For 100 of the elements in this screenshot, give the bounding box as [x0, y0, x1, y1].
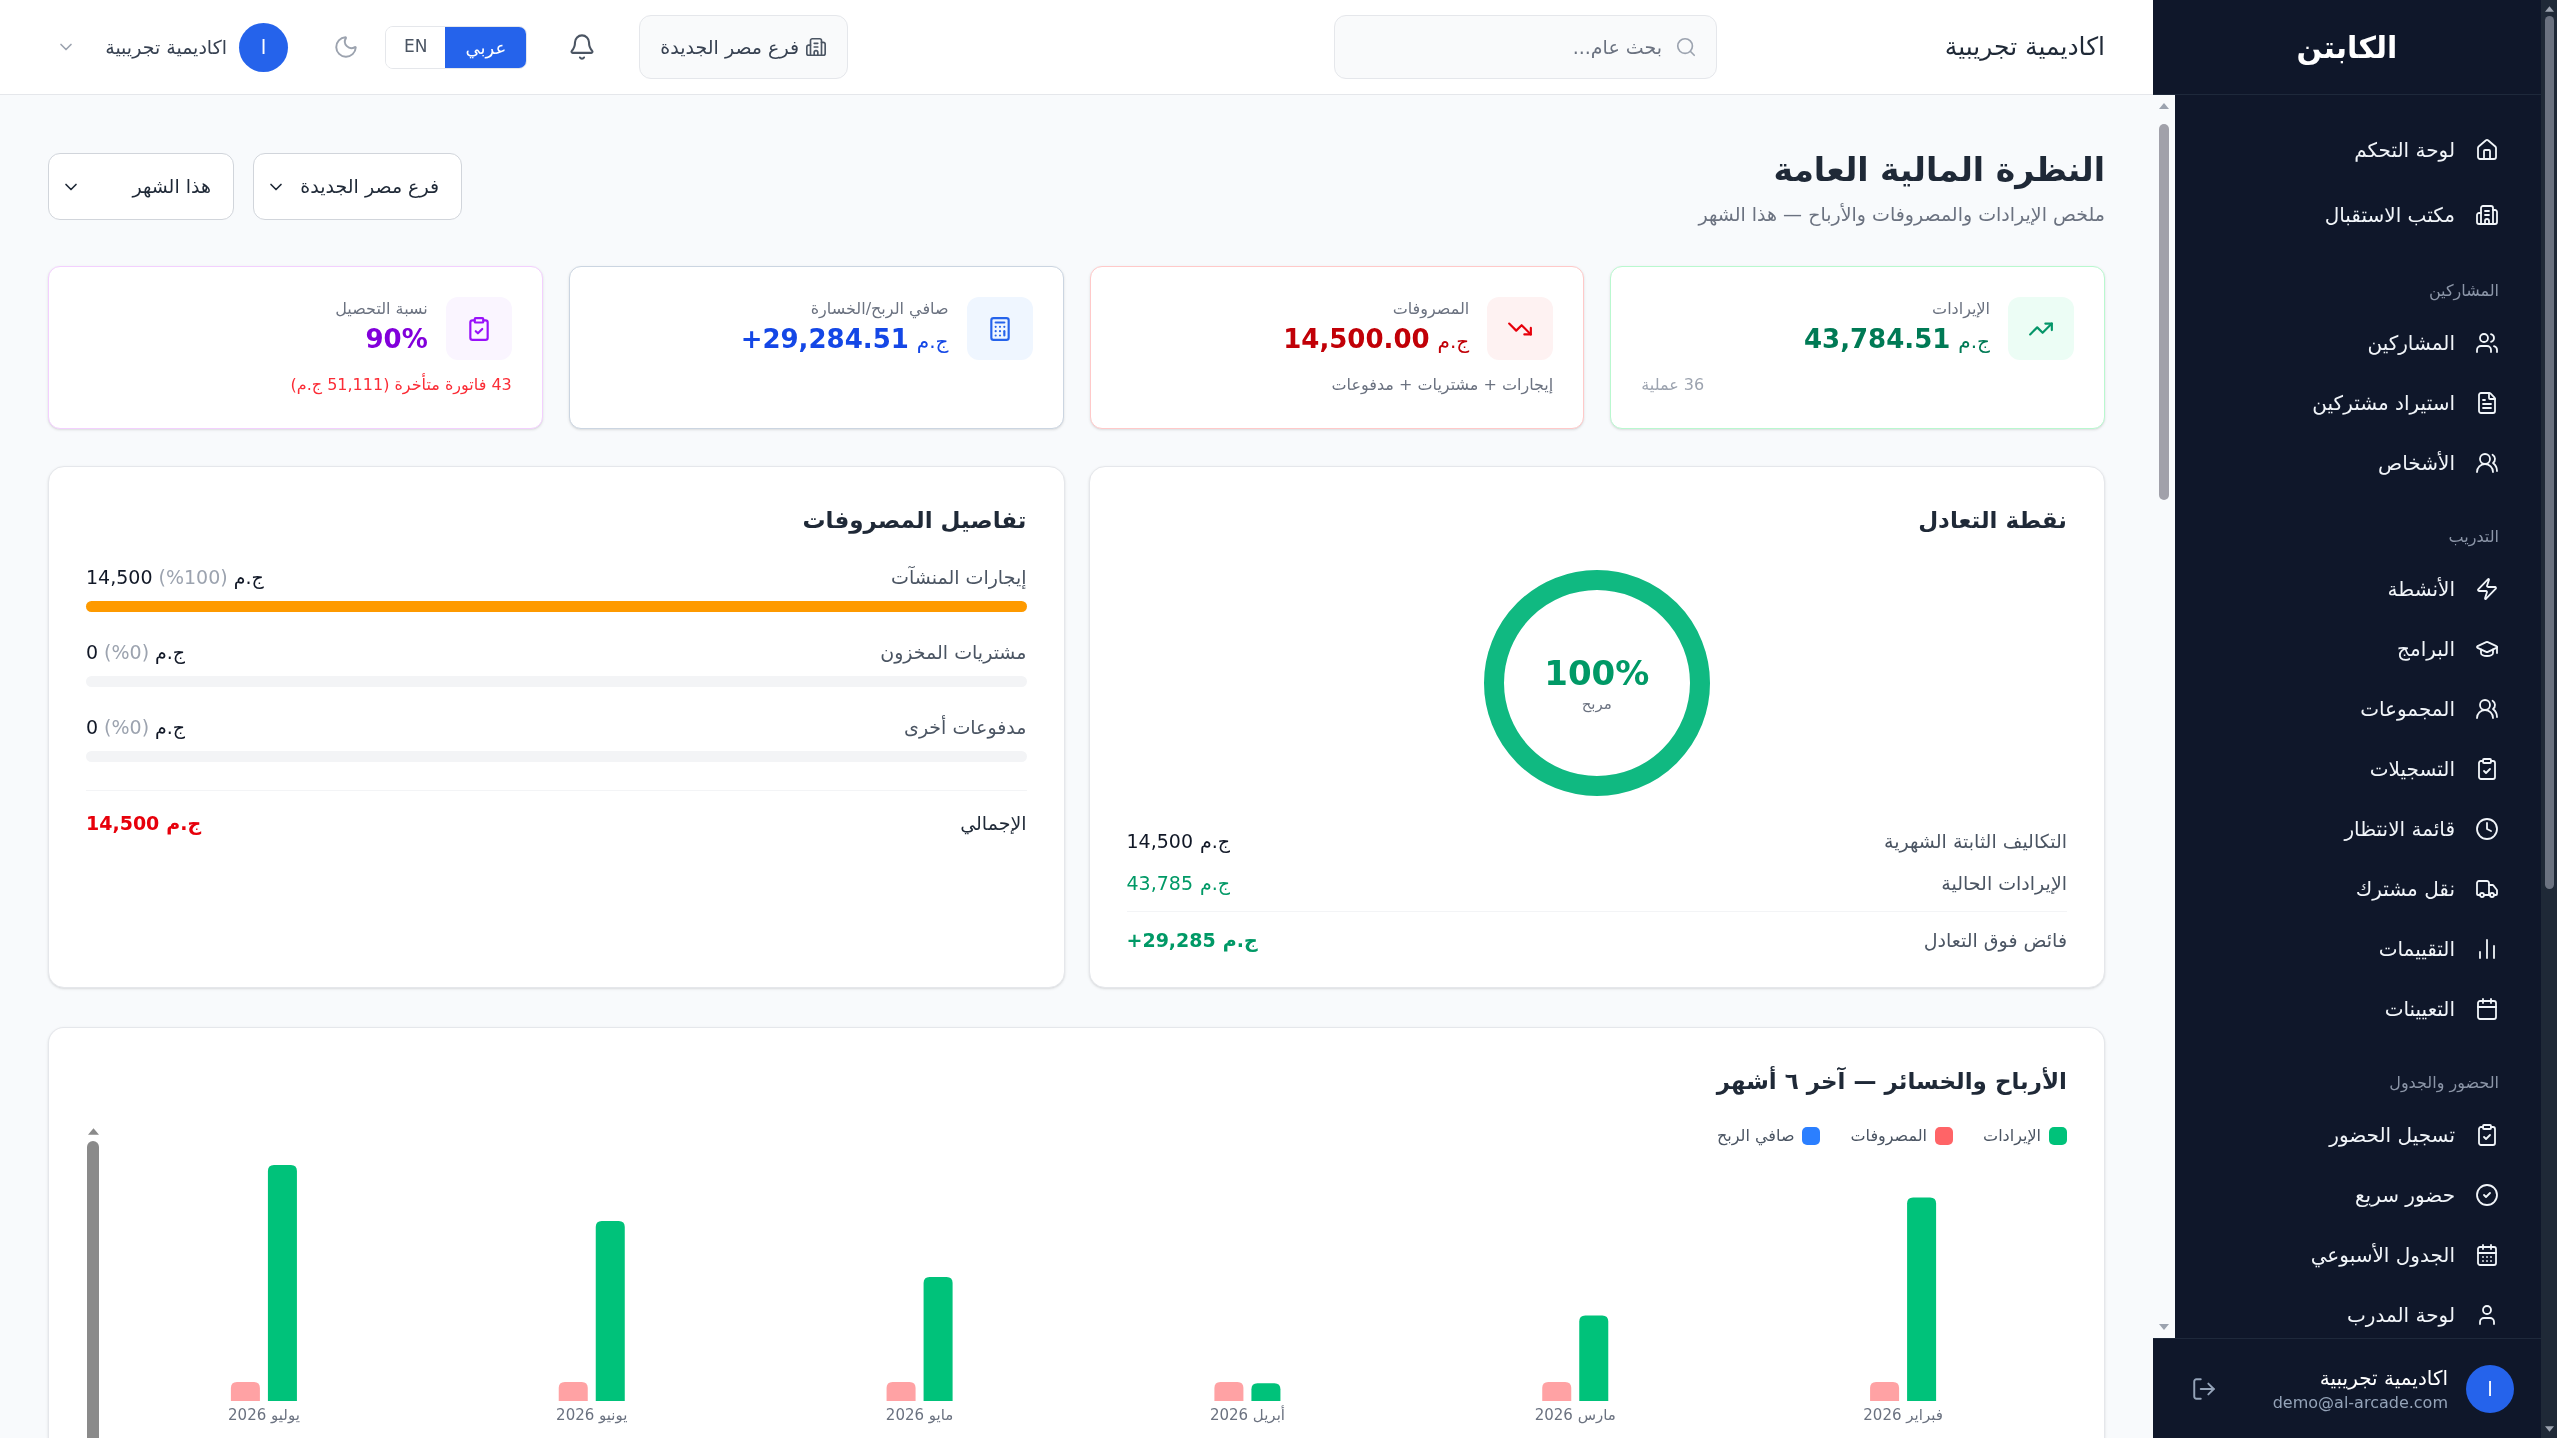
nav-item[interactable]: مكتب الاستقبال	[2175, 182, 2541, 247]
scroll-down-arrow-icon[interactable]	[2544, 1426, 2554, 1432]
users-icon	[2475, 697, 2499, 721]
row-label: إيجارات المنشآت	[891, 565, 1027, 591]
nav-item[interactable]: الأنشطة	[2175, 559, 2541, 619]
scroll-up-arrow-icon[interactable]	[2544, 6, 2554, 12]
nav-item[interactable]: التقييمات	[2175, 919, 2541, 979]
user-name: اكاديمية تجريبية	[2319, 1364, 2448, 1392]
nav-item[interactable]: تسجيل الحضور	[2175, 1105, 2541, 1165]
nav-item[interactable]: التعيينات	[2175, 979, 2541, 1039]
nav-item[interactable]: استيراد مشتركين	[2175, 373, 2541, 433]
notifications-button[interactable]	[568, 33, 597, 61]
stat-label: الإيرادات	[1932, 298, 1990, 321]
stat-value: 43,784.51	[1803, 323, 1951, 356]
calendar-icon	[2475, 1243, 2499, 1267]
brand-title: الكابتن	[2296, 28, 2398, 67]
month-label: مارس 2026	[1534, 1404, 1616, 1426]
section-heading: التدريب	[2448, 526, 2499, 549]
nav-item[interactable]: نقل مشترك	[2175, 859, 2541, 919]
user-email: demo@al-arcade.com	[2272, 1391, 2448, 1414]
trending-down-icon	[1487, 297, 1554, 360]
avatar: ا	[239, 22, 288, 72]
month-label: يوليو 2026	[228, 1404, 300, 1426]
month-label: يونيو 2026	[556, 1404, 628, 1426]
amount: 0	[86, 715, 99, 740]
logout-button[interactable]	[2191, 1375, 2217, 1402]
scrollbar-thumb[interactable]	[2159, 124, 2169, 500]
stat-value: 14,500.00	[1283, 323, 1430, 356]
nav-item[interactable]: المشاركين	[2175, 313, 2541, 373]
currency: ج.م	[1437, 328, 1470, 355]
month-label: فبراير 2026	[1863, 1404, 1943, 1426]
nav-item[interactable]: لوحة التحكم	[2175, 117, 2541, 182]
currency: ج.م	[155, 715, 186, 741]
language-tab[interactable]: عربي	[445, 26, 527, 68]
row-label: فائض فوق التعادل	[1923, 928, 2067, 954]
dropdown[interactable]: فرع مصر الجديدة	[253, 153, 462, 220]
scrollbar-thumb[interactable]	[87, 1141, 99, 1438]
clipboard-check-icon	[2475, 757, 2499, 781]
theme-toggle[interactable]	[333, 34, 359, 60]
nav-item[interactable]: الأشخاص	[2175, 433, 2541, 493]
stat-label: صافي الربح/الخسارة	[810, 298, 949, 321]
clock-icon	[2475, 817, 2499, 841]
nav-item[interactable]: التسجيلات	[2175, 739, 2541, 799]
currency: ج.م	[155, 640, 186, 666]
ring-percent: 100%	[1544, 652, 1650, 694]
branch-button[interactable]: فرع مصر الجديدة	[639, 15, 849, 79]
document-icon	[2475, 391, 2499, 415]
clipboard-check-icon	[2475, 1123, 2499, 1147]
home-icon	[2475, 137, 2499, 162]
currency: ج.م	[233, 565, 264, 591]
nav-item[interactable]: الجدول الأسبوعي	[2175, 1225, 2541, 1285]
amount: 14,500	[1126, 829, 1193, 854]
row-label: التكاليف الثابتة الشهرية	[1884, 829, 2067, 855]
currency: ج.م	[1958, 328, 1990, 355]
nav-item[interactable]: البرامج	[2175, 619, 2541, 679]
trending-up-icon	[2008, 297, 2074, 360]
ring-status: مربح	[1581, 694, 1612, 714]
nav-item[interactable]: حضور سريع	[2175, 1165, 2541, 1225]
moon-icon	[333, 34, 359, 60]
scroll-up-arrow-icon[interactable]	[87, 1128, 99, 1135]
section-heading: الحضور والجدول	[2389, 1072, 2499, 1095]
header-title: اكاديمية تجريبية	[1944, 31, 2105, 64]
bell-icon	[568, 33, 597, 61]
legend-label: الإيرادات	[1983, 1125, 2041, 1148]
scrollbar[interactable]	[2153, 95, 2175, 1338]
lightning-icon	[2475, 577, 2499, 601]
nav-item[interactable]: المجموعات	[2175, 679, 2541, 739]
nav-item[interactable]: لوحة المدرب	[2175, 1285, 2541, 1338]
share-percent: (%100)	[158, 565, 228, 590]
month-label: أبريل 2026	[1209, 1404, 1285, 1426]
building-icon	[2475, 202, 2499, 227]
scrollbar-thumb[interactable]	[2544, 16, 2554, 889]
calendar-icon	[2475, 997, 2499, 1021]
truck-icon	[2475, 877, 2499, 901]
currency: ج.م	[1200, 829, 1231, 855]
legend-label: المصروفات	[1850, 1125, 1928, 1148]
building-icon	[805, 36, 827, 58]
row-label: الإيرادات الحالية	[1941, 871, 2067, 897]
user-menu[interactable]: ا اكاديمية تجريبية	[56, 22, 288, 72]
search-icon	[1675, 36, 1697, 58]
avatar: ا	[2466, 1364, 2514, 1413]
scrollbar[interactable]	[2541, 0, 2557, 1438]
check-circle-icon	[2475, 1183, 2499, 1207]
panel-title: نقطة التعادل	[1918, 506, 2067, 535]
total-amount: 14,500	[86, 811, 160, 836]
panel-title: تفاصيل المصروفات	[802, 506, 1027, 536]
currency: ج.م	[166, 811, 202, 837]
nav-item[interactable]: قائمة الانتظار	[2175, 799, 2541, 859]
legend-label: صافي الربح	[1717, 1125, 1795, 1148]
row-label: مدفوعات أخرى	[904, 714, 1027, 741]
stat-label: نسبة التحصيل	[335, 298, 428, 320]
section-heading: المشاركين	[2428, 280, 2499, 303]
dropdown[interactable]: هذا الشهر	[48, 153, 234, 220]
month-label: مايو 2026	[885, 1404, 954, 1426]
amount: +29,285	[1126, 928, 1216, 953]
share-percent: (%0)	[104, 640, 150, 665]
total-label: الإجمالي	[960, 811, 1027, 837]
page-title: النظرة المالية العامة	[1773, 150, 2105, 190]
search-field[interactable]: بحث عام...	[1334, 15, 1717, 79]
logout-icon	[2191, 1375, 2217, 1402]
